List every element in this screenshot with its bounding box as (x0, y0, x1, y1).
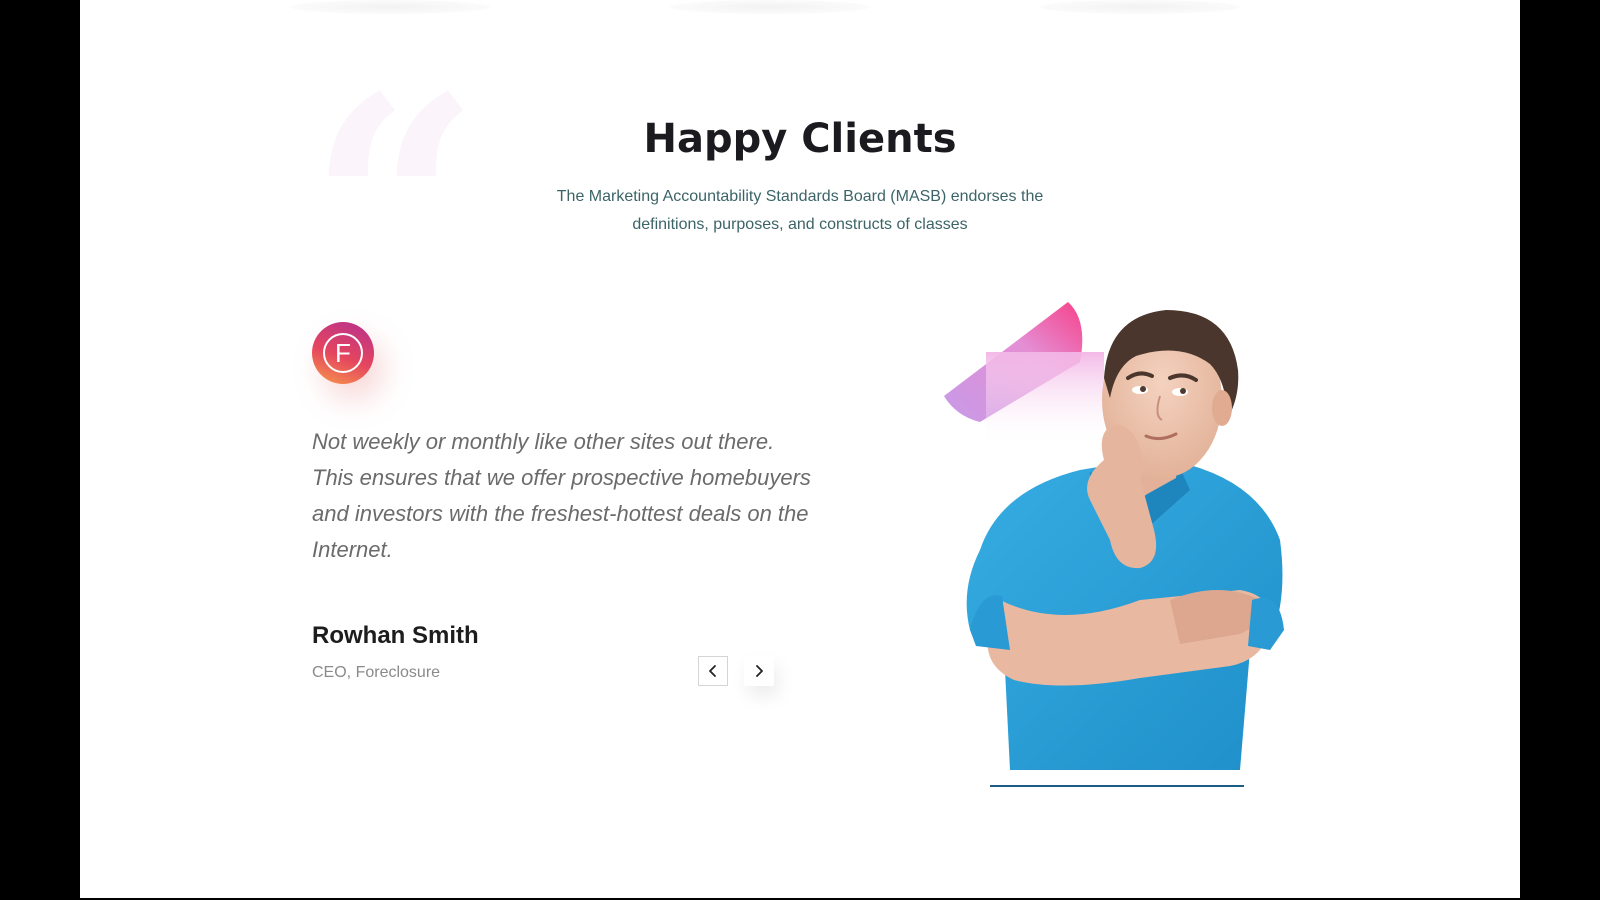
nav-remnant (670, 0, 870, 14)
chevron-left-icon (709, 665, 716, 677)
previous-testimonial-button[interactable] (698, 656, 728, 686)
testimonials-section: “ Happy Clients The Marketing Accountabi… (80, 0, 1520, 898)
chevron-right-icon (756, 665, 763, 677)
nav-remnant (1040, 0, 1240, 14)
client-portrait-image (944, 302, 1284, 770)
quote-mark-icon: “ (308, 31, 481, 384)
brand-logo-badge: F (312, 322, 374, 384)
next-testimonial-button[interactable] (744, 656, 774, 686)
author-role: CEO, Foreclosure (312, 664, 441, 681)
section-subtitle: The Marketing Accountability Standards B… (556, 188, 1044, 233)
client-photo (940, 300, 1340, 790)
section-title: Happy Clients (643, 116, 957, 162)
author-name: Rowhan Smith (312, 622, 479, 649)
nav-remnant (290, 0, 490, 14)
photo-underline (990, 785, 1244, 787)
brand-letter: F (323, 333, 363, 373)
testimonial-quote: Not weekly or monthly like other sites o… (312, 429, 811, 562)
